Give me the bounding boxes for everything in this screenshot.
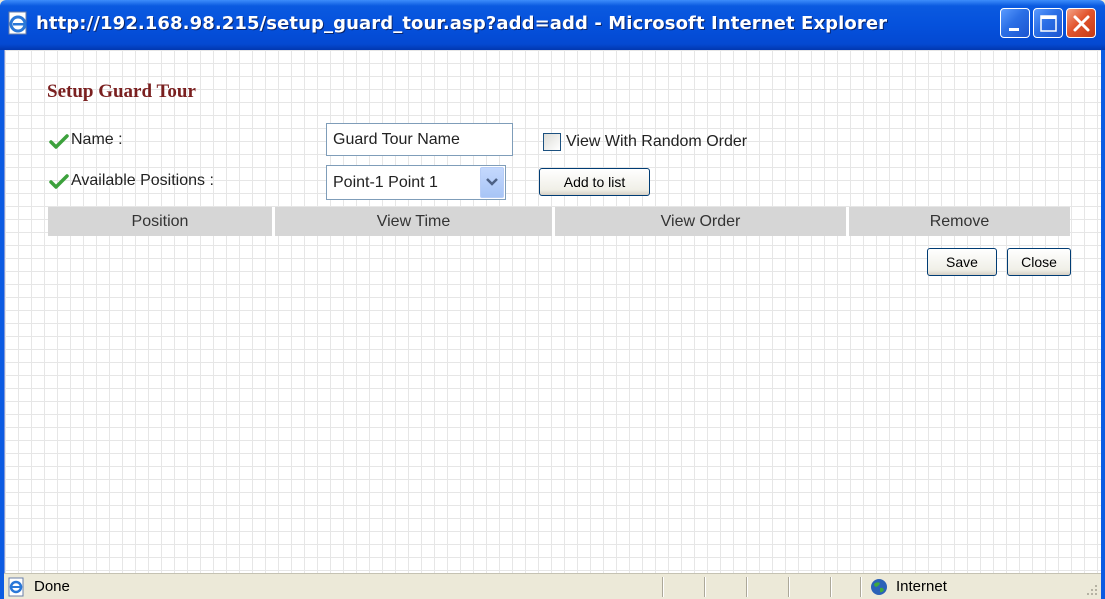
column-header-view-time: View Time [275,207,555,236]
close-button[interactable]: Close [1007,248,1071,276]
page-content: Setup Guard Tour Name : Guard Tour Name … [4,50,1101,573]
resize-grip-icon[interactable] [1084,582,1098,596]
window-title: http://192.168.98.215/setup_guard_tour.a… [36,13,888,34]
checkmark-icon [49,134,69,149]
random-order-checkbox[interactable] [543,133,561,151]
internet-globe-icon [871,579,887,595]
close-window-button[interactable] [1066,8,1096,38]
status-separator [662,577,664,597]
positions-selected-value: Point-1 Point 1 [333,174,438,191]
status-separator [704,577,706,597]
column-header-remove: Remove [849,207,1070,236]
status-bar: Done Internet [4,573,1101,599]
ie-page-icon [8,11,27,35]
maximize-button[interactable] [1033,8,1063,38]
minimize-icon [1009,28,1019,31]
random-order-label[interactable]: View With Random Order [566,133,747,151]
status-separator [746,577,748,597]
title-bar[interactable]: http://192.168.98.215/setup_guard_tour.a… [0,0,1105,50]
status-separator [830,577,832,597]
close-icon [1073,15,1090,32]
save-button[interactable]: Save [927,248,997,276]
status-separator [788,577,790,597]
page-title: Setup Guard Tour [47,81,196,102]
checkmark-icon [49,174,69,189]
add-to-list-button[interactable]: Add to list [539,168,650,196]
positions-select[interactable]: Point-1 Point 1 [326,165,506,200]
security-zone-text: Internet [896,578,947,595]
tour-name-input[interactable]: Guard Tour Name [326,123,513,156]
status-separator [860,577,862,597]
maximize-icon [1040,15,1057,32]
ie-page-icon [8,577,24,597]
dropdown-button[interactable] [480,167,504,198]
window-frame-right [1101,50,1105,599]
status-text: Done [34,578,70,595]
chevron-down-icon [486,178,498,186]
minimize-button[interactable] [1000,8,1030,38]
available-positions-label: Available Positions : [71,172,214,189]
column-header-view-order: View Order [555,207,849,236]
name-label: Name : [71,131,123,148]
positions-table-header: Position View Time View Order Remove [48,207,1070,236]
column-header-position: Position [48,207,275,236]
